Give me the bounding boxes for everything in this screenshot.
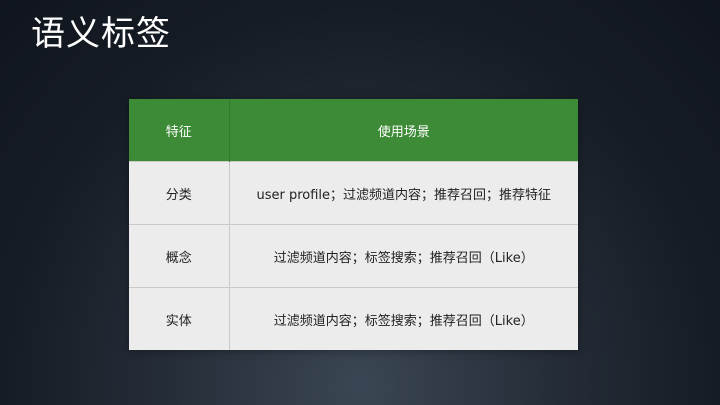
semantic-tag-table: 特征 使用场景 分类 user profile；过滤频道内容；推荐召回；推荐特征… (129, 99, 578, 350)
semantic-tag-table-container: 特征 使用场景 分类 user profile；过滤频道内容；推荐召回；推荐特征… (129, 99, 578, 350)
header-usage-scenario: 使用场景 (229, 99, 578, 162)
cell-usage: user profile；过滤频道内容；推荐召回；推荐特征 (229, 161, 578, 225)
table-row: 概念 过滤频道内容；标签搜索；推荐召回（Like） (129, 224, 578, 288)
cell-usage: 过滤频道内容；标签搜索；推荐召回（Like） (229, 224, 578, 288)
header-feature: 特征 (129, 99, 230, 162)
table-row: 实体 过滤频道内容；标签搜索；推荐召回（Like） (129, 287, 578, 350)
cell-feature: 实体 (129, 287, 230, 350)
cell-usage: 过滤频道内容；标签搜索；推荐召回（Like） (229, 287, 578, 350)
table-header-row: 特征 使用场景 (129, 99, 578, 162)
cell-feature: 分类 (129, 161, 230, 225)
slide-title: 语义标签 (31, 14, 171, 54)
table-row: 分类 user profile；过滤频道内容；推荐召回；推荐特征 (129, 161, 578, 225)
cell-feature: 概念 (129, 224, 230, 288)
